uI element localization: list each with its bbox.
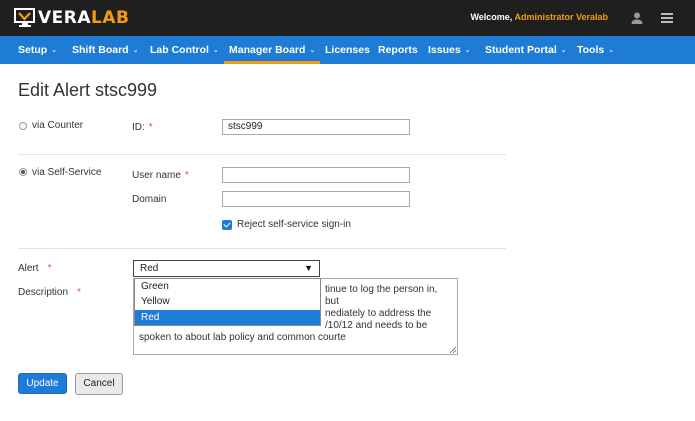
nav-issues[interactable]: Issues ⌄ bbox=[428, 36, 471, 64]
nav-manager-board-label: Manager Board bbox=[229, 44, 306, 56]
chevron-down-icon: ⌄ bbox=[309, 47, 316, 54]
veralab-logo[interactable]: VERALAB bbox=[14, 7, 129, 29]
description-label: Description * bbox=[18, 287, 81, 298]
chevron-down-icon: ⌄ bbox=[51, 47, 58, 54]
nav-student-portal[interactable]: Student Portal ⌄ bbox=[485, 36, 567, 64]
chevron-down-icon: ⌄ bbox=[608, 47, 615, 54]
top-header: VERALAB Welcome, Administrator Veralab bbox=[0, 0, 695, 36]
nav-manager-board[interactable]: Manager Board ⌄ bbox=[223, 36, 321, 64]
nav-setup-label: Setup bbox=[18, 44, 48, 56]
alert-option-red[interactable]: Red bbox=[135, 310, 320, 325]
alert-select[interactable]: Red ▼ bbox=[133, 260, 320, 277]
nav-shift-board[interactable]: Shift Board ⌄ bbox=[72, 36, 138, 64]
alert-label: Alert * bbox=[18, 263, 51, 274]
id-label-text: ID: bbox=[132, 122, 145, 133]
chevron-down-icon: ⌄ bbox=[560, 47, 567, 54]
monitor-logo-icon bbox=[14, 8, 35, 27]
resize-grip-icon[interactable] bbox=[449, 346, 456, 353]
via-counter-label[interactable]: via Counter bbox=[32, 120, 83, 131]
nav-licenses[interactable]: Licenses bbox=[325, 36, 370, 64]
nav-shift-board-label: Shift Board bbox=[72, 44, 129, 56]
alert-option-yellow[interactable]: Yellow bbox=[135, 294, 320, 309]
required-mark: * bbox=[148, 122, 153, 133]
alert-label-text: Alert bbox=[18, 263, 39, 274]
alert-option-green[interactable]: Green bbox=[135, 279, 320, 294]
logo-lab-text: LAB bbox=[91, 8, 130, 28]
chevron-down-icon: ⌄ bbox=[212, 47, 219, 54]
logo-vera-text: VERA bbox=[38, 8, 92, 28]
nav-reports-label: Reports bbox=[378, 44, 418, 56]
dropdown-arrow-icon: ▼ bbox=[304, 263, 313, 273]
via-self-service-radio[interactable] bbox=[19, 168, 27, 176]
username-label: User name * bbox=[132, 170, 189, 181]
nav-tools-label: Tools bbox=[577, 44, 605, 56]
description-label-text: Description bbox=[18, 287, 69, 298]
section-divider bbox=[18, 248, 506, 249]
alert-dropdown-list: Green Yellow Red bbox=[134, 278, 321, 326]
domain-input[interactable] bbox=[222, 191, 410, 207]
user-icon[interactable] bbox=[630, 11, 644, 25]
update-button[interactable]: Update bbox=[18, 373, 67, 394]
via-self-service-label[interactable]: via Self-Service bbox=[32, 167, 101, 178]
section-divider bbox=[18, 154, 506, 155]
nav-tools[interactable]: Tools ⌄ bbox=[577, 36, 614, 64]
logo-text: VERALAB bbox=[38, 8, 129, 28]
alert-select-value: Red bbox=[140, 263, 159, 274]
reject-self-service-checkbox[interactable] bbox=[222, 220, 232, 230]
required-mark: * bbox=[77, 287, 81, 298]
nav-lab-control-label: Lab Control bbox=[150, 44, 209, 56]
via-counter-radio[interactable] bbox=[19, 122, 27, 130]
welcome-message: Welcome, Administrator Veralab bbox=[470, 12, 608, 22]
description-line: spoken to about lab policy and common co… bbox=[139, 332, 346, 343]
hamburger-menu-icon[interactable] bbox=[661, 13, 673, 23]
cancel-button[interactable]: Cancel bbox=[75, 373, 123, 395]
chevron-down-icon: ⌄ bbox=[132, 47, 139, 54]
page-title: Edit Alert stsc999 bbox=[18, 80, 158, 100]
username-label-text: User name bbox=[132, 170, 181, 181]
nav-reports[interactable]: Reports bbox=[378, 36, 418, 64]
domain-label: Domain bbox=[132, 194, 167, 205]
nav-lab-control[interactable]: Lab Control ⌄ bbox=[150, 36, 219, 64]
nav-student-portal-label: Student Portal bbox=[485, 44, 557, 56]
id-label: ID: * bbox=[132, 122, 153, 133]
nav-setup[interactable]: Setup ⌄ bbox=[18, 36, 57, 64]
chevron-down-icon: ⌄ bbox=[464, 47, 471, 54]
nav-licenses-label: Licenses bbox=[325, 44, 370, 56]
welcome-username[interactable]: Administrator Veralab bbox=[514, 12, 608, 22]
main-nav: Setup ⌄ Shift Board ⌄ Lab Control ⌄ Manager… bbox=[0, 36, 695, 64]
username-input[interactable] bbox=[222, 167, 410, 183]
reject-self-service-label[interactable]: Reject self-service sign-in bbox=[237, 219, 351, 230]
required-mark: * bbox=[47, 263, 52, 274]
nav-issues-label: Issues bbox=[428, 44, 461, 56]
id-input[interactable]: stsc999 bbox=[222, 119, 410, 135]
required-mark: * bbox=[184, 170, 189, 181]
welcome-prefix: Welcome, bbox=[470, 12, 515, 22]
